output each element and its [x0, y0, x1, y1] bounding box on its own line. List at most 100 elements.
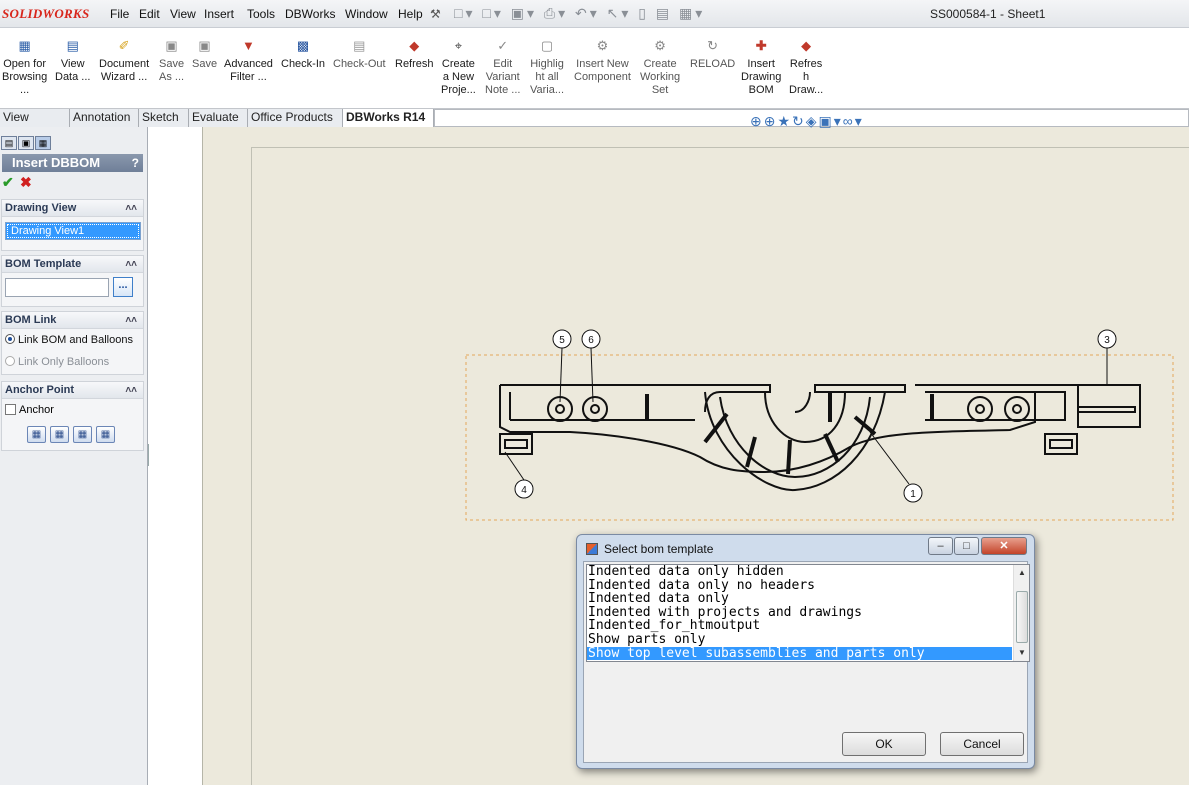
insert-bom-icon: ✚	[755, 38, 767, 53]
anchor-point-header[interactable]: Anchor Point ˄˄	[2, 382, 143, 399]
collapse-chevron-icon[interactable]: ˄˄	[125, 256, 137, 273]
document-wizard-button[interactable]: ✐ Document Wizard ...	[99, 38, 149, 84]
drawing-view-list[interactable]: Drawing View1	[5, 222, 141, 240]
tab-evaluate[interactable]: Evaluate	[189, 109, 248, 127]
check-in-button[interactable]: ▩ Check-In	[281, 38, 325, 71]
menu-tools[interactable]: Tools	[247, 7, 275, 21]
maximize-button[interactable]: □	[954, 537, 979, 555]
pin-icon[interactable]: ⚒	[430, 7, 441, 21]
working-set-icon: ⚙	[654, 38, 666, 53]
create-working-set-button[interactable]: ⚙ Create Working Set	[640, 38, 680, 97]
tab-view-layout[interactable]: View Layout	[0, 109, 70, 140]
feature-tree-tab[interactable]: ▤	[1, 136, 17, 150]
tab-office-products[interactable]: Office Products	[248, 109, 343, 127]
select-bom-template-dialog: Select bom template ‒ □ ✕ Indented data …	[576, 534, 1035, 769]
insert-new-component-button[interactable]: ⚙ Insert New Component	[574, 38, 631, 84]
scroll-up-icon[interactable]: ▲	[1014, 565, 1029, 581]
property-manager-title: Insert DBBOM ?	[2, 154, 143, 172]
panel-tabs: ▤ ▣ ▦	[1, 135, 52, 150]
menu-edit[interactable]: Edit	[139, 7, 160, 21]
open-for-browsing-button[interactable]: ▦ Open for Browsing ...	[2, 38, 47, 97]
highlight-variants-button[interactable]: ▢ Highlig ht all Varia...	[530, 38, 564, 97]
template-list-item[interactable]: Indented data only no headers	[587, 578, 1012, 593]
template-list-item[interactable]: Indented with projects and drawings	[587, 606, 1012, 620]
tab-dbworks[interactable]: DBWorks R14	[343, 109, 434, 127]
anchor-position-buttons: ▦ ▦ ▦ ▦	[27, 426, 119, 443]
save-as-button[interactable]: ▣ Save As ...	[159, 38, 184, 84]
menu-help[interactable]: Help	[398, 7, 423, 21]
anchor-point-group: Anchor Point ˄˄ Anchor ▦ ▦ ▦ ▦	[1, 381, 144, 451]
heads-up-view-toolbar[interactable]: ⊕⊕★↻◈▣▾∞▾	[750, 113, 864, 130]
browse-button[interactable]: ...	[113, 277, 133, 297]
checkbox-box	[5, 404, 16, 415]
ok-check-icon[interactable]: ✔	[2, 174, 14, 191]
template-list-item[interactable]: Show parts only	[587, 633, 1012, 647]
template-list: Indented data only hidden Indented data o…	[587, 565, 1029, 661]
balloon-4-label: 4	[521, 485, 527, 496]
minimize-button[interactable]: ‒	[928, 537, 953, 555]
refresh-button[interactable]: ◆ Refresh	[395, 38, 434, 71]
view-data-button[interactable]: ▤ View Data ...	[55, 38, 90, 84]
template-list-item[interactable]: Indented_for_htmoutput	[587, 619, 1012, 633]
bom-template-input[interactable]	[5, 278, 109, 297]
cancel-button[interactable]: Cancel	[940, 732, 1024, 756]
save-icon: ▣	[198, 38, 211, 53]
scroll-down-icon[interactable]: ▼	[1014, 645, 1029, 661]
link-only-balloons-radio[interactable]: Link Only Balloons	[5, 356, 109, 368]
check-in-icon: ▩	[296, 38, 310, 53]
link-bom-and-balloons-radio[interactable]: Link BOM and Balloons	[5, 334, 133, 346]
menu-file[interactable]: File	[110, 7, 129, 21]
anchor-bottom-right-icon[interactable]: ▦	[96, 426, 115, 443]
radio-selected	[5, 334, 15, 344]
insert-drawing-bom-button[interactable]: ✚ Insert Drawing BOM	[741, 38, 781, 97]
tab-sketch[interactable]: Sketch	[139, 109, 189, 127]
template-list-item[interactable]: Show top level subassemblies and parts o…	[587, 646, 1012, 661]
save-button[interactable]: ▣ Save	[192, 38, 217, 71]
check-out-icon: ▤	[353, 38, 366, 53]
bom-template-header[interactable]: BOM Template ˄˄	[2, 256, 143, 273]
save-as-icon: ▣	[165, 38, 178, 53]
document-title: SS000584-1 - Sheet1	[930, 7, 1046, 21]
menu-view[interactable]: View	[170, 7, 196, 21]
anchor-top-right-icon[interactable]: ▦	[50, 426, 69, 443]
refresh-bom-icon: ◆	[801, 38, 812, 53]
drawing-view-header[interactable]: Drawing View ˄˄	[2, 200, 143, 217]
collapse-chevron-icon[interactable]: ˄˄	[125, 382, 137, 399]
cancel-x-icon[interactable]: ✖	[20, 174, 32, 191]
help-button[interactable]: ?	[132, 154, 139, 172]
property-manager-tab[interactable]: ▣	[18, 136, 34, 150]
dialog-app-icon	[586, 543, 598, 555]
close-button[interactable]: ✕	[981, 537, 1027, 555]
highlight-icon: ▢	[540, 38, 554, 53]
property-manager-panel: ▤ ▣ ▦ Insert DBBOM ? ✔ ✖ Drawing View ˄˄ Dr…	[0, 127, 148, 785]
advanced-filter-button[interactable]: ▼ Advanced Filter ...	[224, 38, 273, 84]
filter-icon: ▼	[242, 38, 255, 53]
menu-window[interactable]: Window	[345, 7, 388, 21]
create-project-button[interactable]: ⌖ Create a New Proje...	[441, 38, 476, 97]
menu-insert[interactable]: Insert	[204, 7, 234, 21]
check-out-button[interactable]: ▤ Check-Out	[333, 38, 386, 71]
template-listbox[interactable]: Indented data only hidden Indented data o…	[586, 564, 1030, 662]
edit-variant-note-button[interactable]: ✓ Edit Variant Note ...	[485, 38, 520, 97]
collapse-chevron-icon[interactable]: ˄˄	[125, 200, 137, 217]
reload-button[interactable]: ↻ RELOAD	[690, 38, 735, 71]
anchor-checkbox[interactable]: Anchor	[5, 404, 54, 416]
menu-dbworks[interactable]: DBWorks	[285, 7, 335, 21]
drawing-view1[interactable]: 5 6 3 4 1	[465, 322, 1175, 522]
scroll-thumb[interactable]	[1016, 591, 1028, 643]
collapse-chevron-icon[interactable]: ˄˄	[125, 312, 137, 329]
refresh-drawing-bom-button[interactable]: ◆ Refres h Draw...	[789, 38, 823, 97]
listbox-scrollbar[interactable]: ▲ ▼	[1013, 565, 1029, 661]
template-list-item[interactable]: Indented data only hidden	[587, 565, 1012, 579]
ok-button[interactable]: OK	[842, 732, 926, 756]
radio-unselected	[5, 356, 15, 366]
anchor-bottom-left-icon[interactable]: ▦	[73, 426, 92, 443]
config-manager-tab[interactable]: ▦	[35, 136, 51, 150]
template-list-item[interactable]: Indented data only	[587, 592, 1012, 606]
anchor-top-left-icon[interactable]: ▦	[27, 426, 46, 443]
bom-link-header[interactable]: BOM Link ˄˄	[2, 312, 143, 329]
quick-access-toolbar[interactable]: □▾ □▾ ▣▾ ⎙▾ ↶▾ ↖▾ ▯ ▤ ▦▾	[454, 5, 705, 22]
tab-annotation[interactable]: Annotation	[70, 109, 139, 127]
dialog-title: Select bom template	[604, 542, 714, 556]
refresh-icon: ◆	[409, 38, 420, 53]
